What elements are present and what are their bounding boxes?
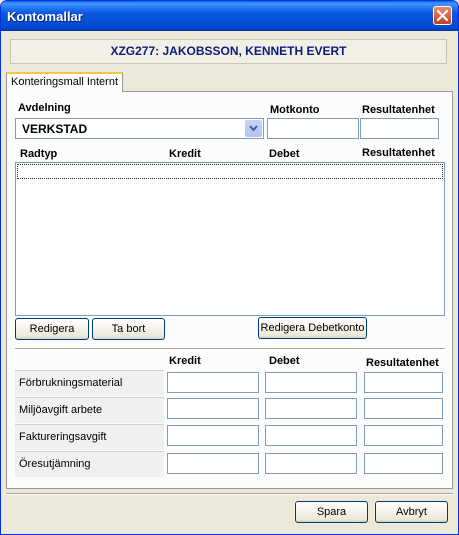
avbryt-button[interactable]: Avbryt	[375, 501, 448, 523]
miljoavgift-debet-input[interactable]	[265, 398, 357, 419]
faktureringsavgift-resultatenhet-input[interactable]	[364, 425, 443, 446]
footer-divider	[6, 493, 453, 495]
miljoavgift-resultatenhet-input[interactable]	[364, 398, 443, 419]
resultatenhet-input[interactable]	[360, 118, 439, 139]
kontomallar-dialog: Kontomallar XZG277: JAKOBSSON, KENNETH E…	[0, 0, 459, 535]
column-header-kredit: Kredit	[169, 148, 201, 160]
forbrukningsmaterial-resultatenhet-input[interactable]	[364, 372, 443, 393]
oresutjamning-kredit-input[interactable]	[167, 453, 259, 474]
faktureringsavgift-kredit-input[interactable]	[167, 425, 259, 446]
row-label-miljoavgift-arbete: Miljöavgift arbete	[15, 397, 164, 423]
window-title: Kontomallar	[7, 9, 83, 24]
forbrukningsmaterial-debet-input[interactable]	[265, 372, 357, 393]
row-label-oresutjamning: Öresutjämning	[15, 451, 164, 477]
redigera-debetkonto-button[interactable]: Redigera Debetkonto	[258, 317, 367, 339]
oresutjamning-debet-input[interactable]	[265, 453, 357, 474]
avdelning-dropdown-button[interactable]	[245, 120, 262, 137]
grid-header-debet: Debet	[269, 355, 300, 367]
tab-konteringsmall-internt[interactable]: Konteringsmall Internt	[6, 72, 123, 92]
avdelning-select[interactable]: VERKSTAD	[15, 118, 264, 139]
motkonto-label: Motkonto	[270, 104, 320, 116]
column-header-resultatenhet: Resultatenhet	[362, 147, 435, 159]
grid-header-kredit: Kredit	[169, 355, 201, 367]
close-button[interactable]	[433, 6, 452, 25]
person-banner: XZG277: JAKOBSSON, KENNETH EVERT	[10, 39, 447, 64]
column-header-radtyp: Radtyp	[20, 148, 58, 160]
grid-header-resultatenhet: Resultatenhet	[366, 357, 439, 369]
section-divider	[15, 348, 445, 350]
konteringsrader-list[interactable]	[15, 162, 445, 316]
oresutjamning-resultatenhet-input[interactable]	[364, 453, 443, 474]
motkonto-input[interactable]	[267, 118, 359, 139]
ta-bort-button[interactable]: Ta bort	[92, 318, 165, 340]
resultatenhet-label: Resultatenhet	[362, 104, 435, 116]
title-bar[interactable]: Kontomallar	[1, 1, 458, 31]
avdelning-label: Avdelning	[18, 102, 71, 114]
miljoavgift-kredit-input[interactable]	[167, 398, 259, 419]
chevron-down-icon	[249, 125, 258, 132]
redigera-button[interactable]: Redigera	[15, 318, 89, 340]
spara-button[interactable]: Spara	[295, 501, 368, 523]
faktureringsavgift-debet-input[interactable]	[265, 425, 357, 446]
row-label-faktureringsavgift: Faktureringsavgift	[15, 424, 164, 450]
list-focus-row[interactable]	[17, 164, 443, 179]
close-icon	[437, 10, 448, 21]
forbrukningsmaterial-kredit-input[interactable]	[167, 372, 259, 393]
column-header-debet: Debet	[269, 148, 300, 160]
row-label-forbrukningsmaterial: Förbrukningsmaterial	[15, 370, 164, 396]
avdelning-selected-value: VERKSTAD	[22, 122, 88, 136]
